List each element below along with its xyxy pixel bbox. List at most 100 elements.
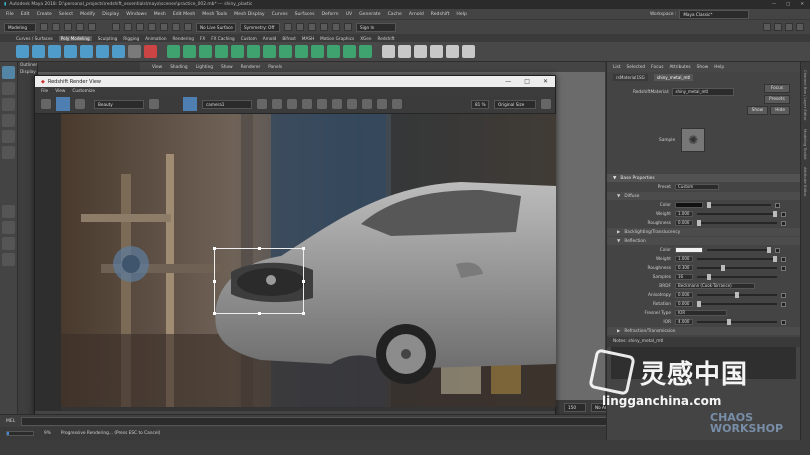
- region-handle[interactable]: [213, 312, 216, 315]
- bevel-icon[interactable]: [279, 45, 292, 58]
- snap-grid-icon[interactable]: [148, 23, 156, 31]
- poly-disc-icon[interactable]: [112, 45, 125, 58]
- rotate-tool-icon[interactable]: [2, 130, 15, 143]
- viewport-menu-lighting[interactable]: Lighting: [196, 65, 213, 70]
- outliner-layout-icon[interactable]: [2, 253, 15, 266]
- channel-box-toggle-icon[interactable]: [796, 23, 804, 31]
- viewport-menu-view[interactable]: View: [152, 65, 162, 70]
- shelf-tab-curves-surfaces[interactable]: Curves / Surfaces: [16, 36, 53, 41]
- reflection-roughness-map-button[interactable]: [781, 265, 786, 271]
- section-base-properties[interactable]: ▼ Base Properties: [607, 174, 800, 182]
- move-tool-icon[interactable]: [2, 114, 15, 127]
- reflection-color-map-button[interactable]: [775, 247, 780, 253]
- reflection-anisotropy-slider[interactable]: [697, 292, 777, 298]
- menu-set-dropdown[interactable]: Modeling: [4, 22, 36, 32]
- selection-region-box[interactable]: [213, 247, 305, 315]
- tool-settings-toggle-icon[interactable]: [785, 23, 793, 31]
- workspace-dropdown[interactable]: Maya Classic*: [679, 9, 750, 19]
- save-scene-icon[interactable]: [64, 23, 72, 31]
- poly-cone-icon[interactable]: [64, 45, 77, 58]
- render-settings-icon[interactable]: [308, 23, 316, 31]
- undo-icon[interactable]: [76, 23, 84, 31]
- select-component-icon[interactable]: [136, 23, 144, 31]
- crop-icon[interactable]: [377, 99, 387, 109]
- multi-cut-icon[interactable]: [343, 45, 356, 58]
- reflection-weight-slider[interactable]: [697, 256, 777, 262]
- menu-generate[interactable]: Generate: [359, 12, 380, 17]
- section-reflection[interactable]: ▼ Reflection: [607, 237, 800, 245]
- preset-dropdown[interactable]: Custom: [675, 184, 719, 190]
- stop-icon[interactable]: [332, 99, 342, 109]
- reflection-ior-field[interactable]: 4.000: [675, 319, 693, 325]
- menu-edit-mesh[interactable]: Edit Mesh: [173, 12, 195, 17]
- shelf-tab-mash[interactable]: MASH: [302, 36, 314, 41]
- boolean-icon[interactable]: [215, 45, 228, 58]
- redo-icon[interactable]: [88, 23, 96, 31]
- layout-uv-icon[interactable]: [462, 45, 475, 58]
- region-handle[interactable]: [213, 247, 216, 250]
- shelf-tab-motion-graphics[interactable]: Motion Graphics: [320, 36, 354, 41]
- color-icon[interactable]: [347, 99, 357, 109]
- menu-mesh-display[interactable]: Mesh Display: [234, 12, 265, 17]
- reflection-color-swatch[interactable]: [675, 247, 703, 253]
- attr-menu-show[interactable]: Show: [697, 65, 709, 70]
- render-view-menu-file[interactable]: File: [41, 89, 48, 94]
- menu-deform[interactable]: Deform: [322, 12, 339, 17]
- poly-sphere-icon[interactable]: [16, 45, 29, 58]
- shelf-tab-rigging[interactable]: Rigging: [123, 36, 139, 41]
- material-name-field[interactable]: shiny_metal_mtl: [672, 88, 735, 96]
- shelf-tab-fx[interactable]: FX: [200, 36, 205, 41]
- smooth-icon[interactable]: [199, 45, 212, 58]
- menu-file[interactable]: File: [6, 12, 14, 17]
- reflection-samples-field[interactable]: 16: [675, 274, 693, 280]
- shelf-tab-arnold[interactable]: Arnold: [263, 36, 277, 41]
- diffuse-roughness-field[interactable]: 0.000: [675, 220, 693, 226]
- new-scene-icon[interactable]: [40, 23, 48, 31]
- render-view-minimize-icon[interactable]: —: [505, 78, 511, 85]
- menu-curves[interactable]: Curves: [272, 12, 288, 17]
- side-tab-channel-box[interactable]: Channel Box / Layer Editor: [803, 70, 808, 121]
- close-icon[interactable]: ✕: [800, 2, 804, 7]
- menu-help[interactable]: Help: [456, 12, 466, 17]
- menu-select[interactable]: Select: [59, 12, 73, 17]
- menu-edit[interactable]: Edit: [21, 12, 30, 17]
- script-language-label[interactable]: MEL: [6, 419, 15, 424]
- exposure-icon[interactable]: [302, 99, 312, 109]
- region-handle[interactable]: [302, 280, 305, 283]
- super-shape-icon[interactable]: [128, 45, 141, 58]
- reflection-ior-slider[interactable]: [697, 319, 777, 325]
- region-handle[interactable]: [302, 247, 305, 250]
- viewport-menu-renderer[interactable]: Renderer: [241, 65, 261, 70]
- bridge-icon[interactable]: [263, 45, 276, 58]
- aov-dropdown[interactable]: Beauty: [94, 99, 144, 109]
- menu-windows[interactable]: Windows: [126, 12, 147, 17]
- redshift-icon[interactable]: [344, 23, 352, 31]
- camera-dropdown[interactable]: camera1: [202, 99, 252, 109]
- mirror-icon[interactable]: [231, 45, 244, 58]
- snapshot-icon[interactable]: [257, 99, 267, 109]
- presets-button[interactable]: Presets: [764, 95, 790, 104]
- attribute-editor-toggle-icon[interactable]: [774, 23, 782, 31]
- diffuse-roughness-map-button[interactable]: [781, 220, 786, 226]
- shelf-tab-bifrost[interactable]: Bifrost: [282, 36, 296, 41]
- bookmark-icon[interactable]: [362, 99, 372, 109]
- menu-modify[interactable]: Modify: [80, 12, 95, 17]
- menu-cache[interactable]: Cache: [388, 12, 402, 17]
- diffuse-weight-map-button[interactable]: [781, 211, 786, 217]
- live-surface-field[interactable]: No Live Surface: [196, 22, 236, 32]
- attr-menu-list[interactable]: List: [613, 65, 621, 70]
- maximize-icon[interactable]: □: [786, 2, 790, 7]
- size-mode-dropdown[interactable]: Original Size: [494, 99, 536, 109]
- region-handle[interactable]: [258, 247, 261, 250]
- reflection-weight-field[interactable]: 1.000: [675, 256, 693, 262]
- menu-mesh-tools[interactable]: Mesh Tools: [202, 12, 227, 17]
- menu-display[interactable]: Display: [102, 12, 119, 17]
- tab-shiny-metal-mtl[interactable]: shiny_metal_mtl: [653, 73, 694, 81]
- uv-layout-icon[interactable]: [382, 45, 395, 58]
- render-view-menu-customize[interactable]: Customize: [72, 89, 95, 94]
- snap-curve-icon[interactable]: [160, 23, 168, 31]
- side-tab-attribute-editor[interactable]: Attribute Editor: [803, 167, 808, 196]
- extrude-icon[interactable]: [247, 45, 260, 58]
- target-weld-icon[interactable]: [359, 45, 372, 58]
- display-mode-icon[interactable]: [149, 99, 159, 109]
